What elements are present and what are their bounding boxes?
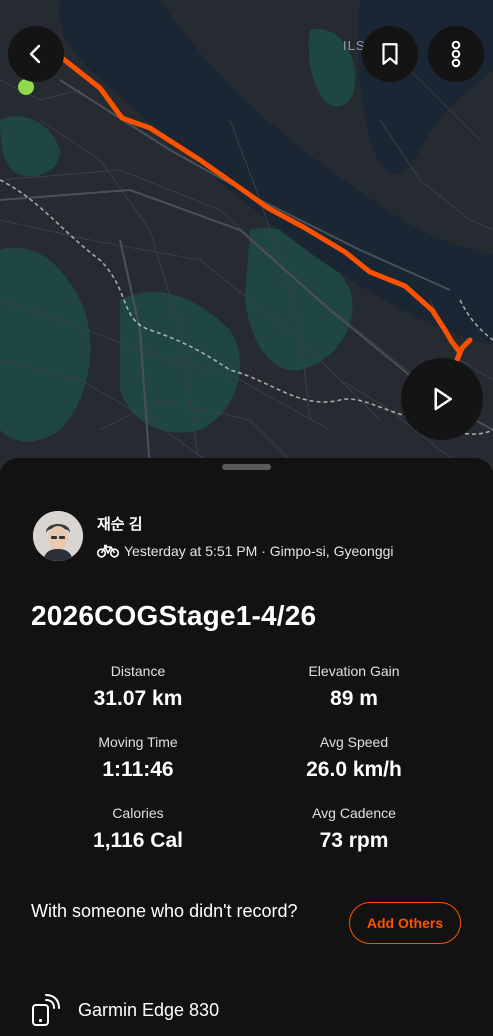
- stat-value: 89 m: [330, 687, 378, 710]
- add-others-prompt: With someone who didn't record?: [31, 901, 298, 921]
- route-map[interactable]: ILS W: [0, 0, 493, 470]
- back-button[interactable]: [8, 26, 64, 82]
- stat-avg-speed: Avg Speed 26.0 km/h: [254, 734, 454, 782]
- device-icon: [32, 994, 60, 1026]
- chevron-left-icon: [29, 44, 41, 64]
- stat-value: 73 rpm: [319, 829, 389, 852]
- device-name: Garmin Edge 830: [78, 999, 220, 1020]
- stat-label: Elevation Gain: [308, 663, 400, 679]
- athlete-header[interactable]: 재순 김 Yesterday at 5:51 PM · Gimpo-si, Gy…: [33, 511, 394, 561]
- avatar[interactable]: [33, 511, 83, 561]
- play-flyover-button[interactable]: [401, 358, 483, 440]
- stat-moving-time: Moving Time 1:11:46: [38, 734, 238, 782]
- stat-value: 26.0 km/h: [306, 758, 402, 781]
- stat-label: Avg Cadence: [312, 805, 396, 821]
- stat-label: Distance: [110, 663, 166, 679]
- avatar-image: [33, 511, 83, 561]
- activity-details-sheet: 재순 김 Yesterday at 5:51 PM · Gimpo-si, Gy…: [0, 458, 493, 1036]
- stat-value: 31.07 km: [93, 687, 183, 710]
- activity-title: 2026COGStage1-4/26: [31, 600, 317, 631]
- add-others-button[interactable]: Add Others: [349, 902, 461, 944]
- stat-label: Moving Time: [98, 734, 178, 750]
- more-options-button[interactable]: [428, 26, 484, 82]
- bookmark-icon: [382, 43, 398, 65]
- stat-label: Calories: [112, 805, 164, 821]
- play-icon: [434, 387, 452, 411]
- activity-meta: Yesterday at 5:51 PM · Gimpo-si, Gyeongg…: [124, 543, 394, 559]
- bookmark-button[interactable]: [362, 26, 418, 82]
- bicycle-icon: [97, 544, 119, 558]
- athlete-name[interactable]: 재순 김: [97, 513, 394, 534]
- stat-value: 1:11:46: [102, 758, 174, 781]
- stat-elevation-gain: Elevation Gain 89 m: [254, 663, 454, 711]
- stat-label: Avg Speed: [319, 734, 389, 750]
- more-vertical-icon: [451, 40, 461, 68]
- stat-distance: Distance 31.07 km: [38, 663, 238, 711]
- stat-avg-cadence: Avg Cadence 73 rpm: [254, 805, 454, 853]
- sheet-drag-handle[interactable]: [222, 464, 271, 470]
- device-row: Garmin Edge 830: [30, 993, 219, 1027]
- stat-calories: Calories 1,116 Cal: [38, 805, 238, 853]
- stat-value: 1,116 Cal: [93, 829, 183, 852]
